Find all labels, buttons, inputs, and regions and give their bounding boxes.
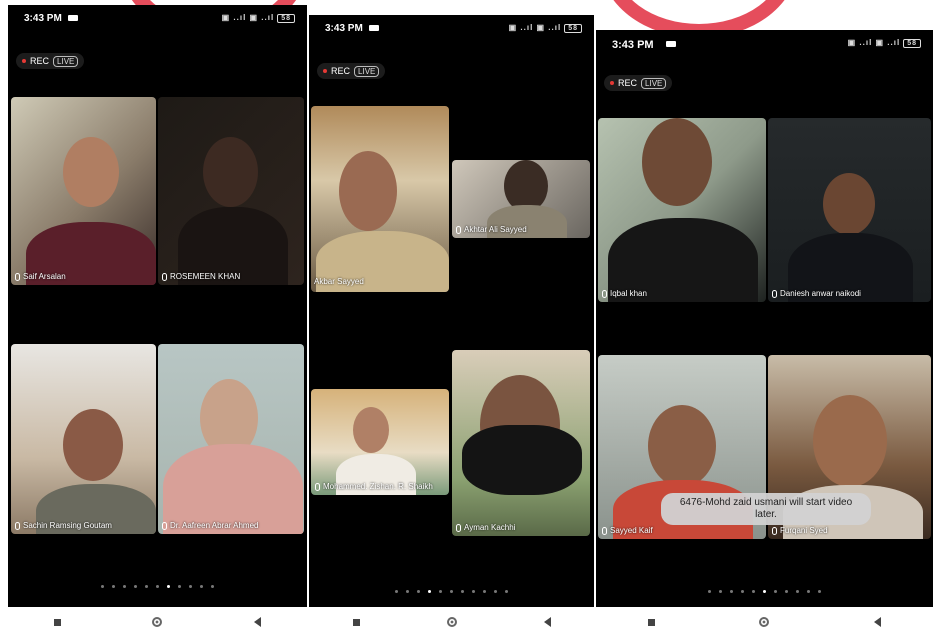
video-camera-icon bbox=[68, 15, 78, 21]
back-button[interactable] bbox=[543, 617, 551, 627]
home-button[interactable] bbox=[446, 617, 457, 627]
participant-video bbox=[813, 395, 887, 487]
notification-toast: 6476-Mohd zaid usmani will start video l… bbox=[661, 493, 871, 525]
back-button[interactable] bbox=[873, 617, 881, 627]
record-dot-icon bbox=[323, 69, 327, 73]
signal-icons: ▣ ..ıl ▣ ..ıl 58 bbox=[848, 38, 921, 48]
participant-tile[interactable]: Akbar Sayyed bbox=[311, 106, 449, 292]
participant-name: Sayyed Kaif bbox=[602, 526, 653, 535]
android-nav-bar bbox=[309, 607, 594, 637]
recording-indicator: REC LIVE bbox=[604, 75, 673, 91]
status-time: 3:43 PM bbox=[24, 13, 62, 24]
phone-screen-3: 3:43 PM ▣ ..ıl ▣ ..ıl 58 REC LIVE Iqbal k… bbox=[596, 30, 933, 637]
participant-name: Saif Arsalan bbox=[15, 272, 66, 281]
home-button[interactable] bbox=[759, 617, 770, 627]
live-badge: LIVE bbox=[641, 77, 667, 89]
mic-icon bbox=[162, 521, 167, 530]
battery-icon: 58 bbox=[564, 24, 582, 33]
live-badge: LIVE bbox=[354, 65, 380, 77]
participant-tile[interactable]: Akhtar Ali Sayyed bbox=[452, 160, 590, 238]
live-badge: LIVE bbox=[53, 55, 79, 67]
participant-video bbox=[63, 137, 119, 207]
status-time: 3:43 PM bbox=[612, 39, 654, 51]
mic-icon bbox=[15, 521, 20, 530]
mic-icon bbox=[772, 289, 777, 298]
participant-tile[interactable]: Dr. Aafreen Abrar Ahmed bbox=[158, 344, 304, 534]
rec-label: REC bbox=[331, 66, 351, 76]
participant-video bbox=[339, 151, 397, 231]
recents-button[interactable] bbox=[648, 618, 656, 626]
participant-tile[interactable]: ROSEMEEN KHAN bbox=[158, 97, 304, 285]
video-camera-icon bbox=[369, 25, 379, 31]
android-nav-bar bbox=[596, 607, 933, 637]
recording-indicator: REC LIVE bbox=[317, 63, 386, 79]
participant-name: Dr. Aafreen Abrar Ahmed bbox=[162, 521, 259, 530]
status-time: 3:43 PM bbox=[325, 23, 363, 34]
record-dot-icon bbox=[610, 81, 614, 85]
participant-name: Akbar Sayyed bbox=[314, 277, 364, 286]
participant-name: Mohammed. Zishan. R. Shaikh bbox=[315, 482, 433, 491]
participant-tile[interactable]: Saif Arsalan bbox=[11, 97, 156, 285]
rec-label: REC bbox=[30, 56, 50, 66]
participant-tile[interactable]: Mohammed. Zishan. R. Shaikh bbox=[311, 389, 449, 495]
participant-video bbox=[642, 118, 712, 206]
participant-tile[interactable]: Ayman Kachhi bbox=[452, 350, 590, 536]
phone-screen-2: 3:43 PM ▣ ..ıl ▣ ..ıl 58 REC LIVE Akbar S… bbox=[309, 15, 594, 637]
signal-icons: ▣ ..ıl ▣ ..ıl 58 bbox=[509, 23, 582, 33]
record-dot-icon bbox=[22, 59, 26, 63]
page-indicator[interactable] bbox=[596, 590, 933, 593]
participant-tile[interactable]: Sachin Ramsing Goutam bbox=[11, 344, 156, 534]
participant-tile[interactable]: Iqbal khan bbox=[598, 118, 766, 302]
status-bar: 3:43 PM ▣ ..ıl ▣ ..ıl 58 bbox=[309, 15, 594, 41]
battery-icon: 58 bbox=[903, 39, 921, 48]
participant-video bbox=[353, 407, 389, 453]
home-button[interactable] bbox=[152, 617, 163, 627]
mic-icon bbox=[315, 482, 320, 491]
participant-tile[interactable]: Daniesh anwar naikodi bbox=[768, 118, 931, 302]
participant-video bbox=[63, 409, 123, 481]
participant-name: Sachin Ramsing Goutam bbox=[15, 521, 112, 530]
phone-screen-1: 3:43 PM ▣ ..ıl ▣ ..ıl 58 REC LIVE Saif Ar… bbox=[8, 5, 307, 637]
video-camera-icon bbox=[666, 41, 676, 47]
mic-icon bbox=[602, 289, 607, 298]
participant-name: Ayman Kachhi bbox=[456, 523, 515, 532]
mic-icon bbox=[602, 526, 607, 535]
participant-name: Daniesh anwar naikodi bbox=[772, 289, 861, 298]
mic-icon bbox=[15, 272, 20, 281]
status-bar: 3:43 PM ▣ ..ıl ▣ ..ıl 58 bbox=[8, 5, 307, 31]
recording-indicator: REC LIVE bbox=[16, 53, 85, 69]
recents-button[interactable] bbox=[352, 618, 360, 626]
page-indicator[interactable] bbox=[309, 590, 594, 593]
participant-video bbox=[823, 173, 875, 235]
back-button[interactable] bbox=[254, 617, 262, 627]
participant-name: Furqani Syed bbox=[772, 526, 828, 535]
android-nav-bar bbox=[8, 607, 307, 637]
signal-icons: ▣ ..ıl ▣ ..ıl 58 bbox=[222, 13, 295, 23]
mic-icon bbox=[772, 526, 777, 535]
mic-icon bbox=[456, 225, 461, 234]
rec-label: REC bbox=[618, 78, 638, 88]
participant-name: ROSEMEEN KHAN bbox=[162, 272, 240, 281]
battery-icon: 58 bbox=[277, 14, 295, 23]
recents-button[interactable] bbox=[53, 618, 61, 626]
participant-name: Iqbal khan bbox=[602, 289, 647, 298]
mic-icon bbox=[162, 272, 167, 281]
participant-name: Akhtar Ali Sayyed bbox=[456, 225, 527, 234]
mic-icon bbox=[456, 523, 461, 532]
page-indicator[interactable] bbox=[8, 585, 307, 588]
status-bar: 3:43 PM ▣ ..ıl ▣ ..ıl 58 bbox=[596, 30, 933, 56]
participant-video bbox=[203, 137, 258, 207]
participant-video bbox=[648, 405, 716, 487]
